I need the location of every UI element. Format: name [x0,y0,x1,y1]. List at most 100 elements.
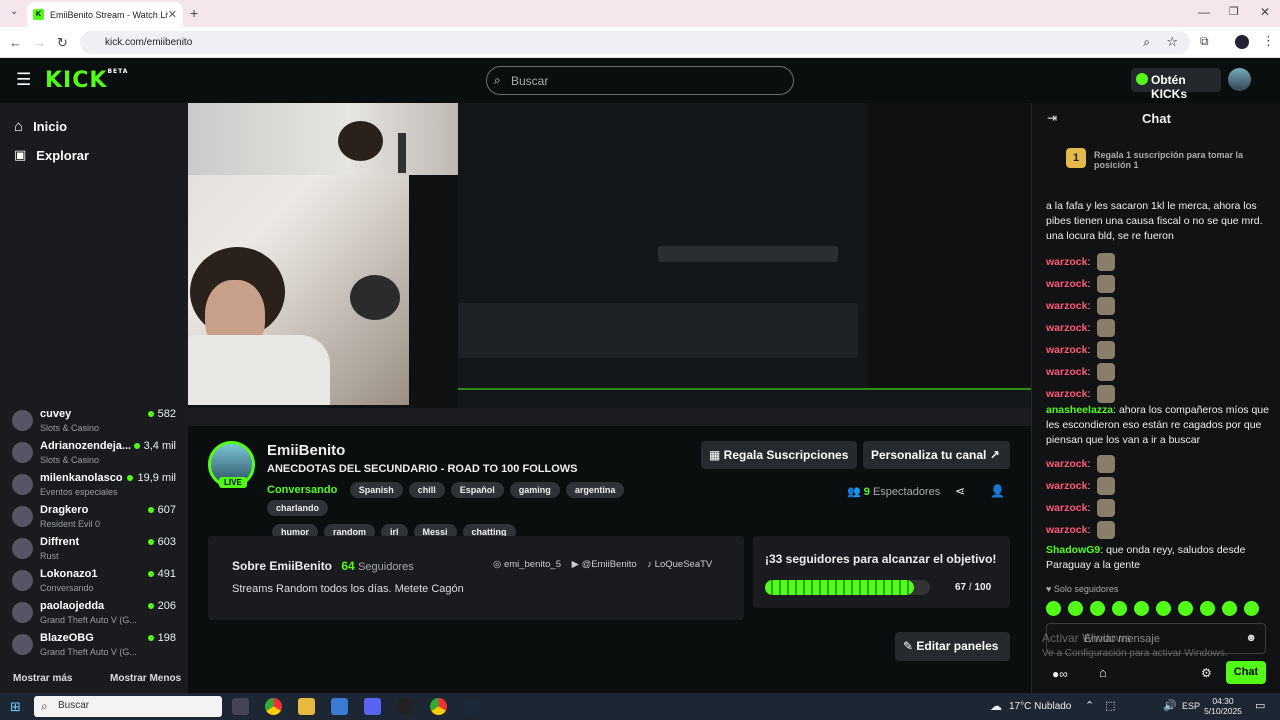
sidebar-channel[interactable]: Lokonazo1 Conversando 491 [12,568,182,600]
sidebar-channel[interactable]: BlazeOBG Grand Theft Auto V (G... 198 [12,632,182,664]
emote-bar[interactable] [1046,601,1266,621]
chat-username[interactable]: warzock [1046,502,1087,514]
emote-icon[interactable] [1068,601,1083,616]
tag-pill[interactable]: charlando [267,500,329,516]
social-instagram[interactable]: emi_benito_5 [504,559,561,570]
discord-icon[interactable] [364,698,381,715]
browser-tab[interactable]: K EmiiBenito Stream - Watch Live ✕ [27,2,183,27]
profile-icon[interactable] [1235,35,1249,49]
tab-close-icon[interactable]: ✕ [168,8,177,21]
channel-category: Grand Theft Auto V (G... [40,647,137,657]
steam-icon[interactable] [462,698,479,715]
bookmark-star-icon[interactable]: ☆ [1166,34,1178,50]
emote-icon[interactable] [1200,601,1215,616]
kick-logo[interactable]: KICKBETA [45,68,128,93]
chat-username[interactable]: warzock [1046,300,1087,312]
language-indicator[interactable]: ESP [1182,701,1200,711]
get-kicks-button[interactable]: Obtén KICKs [1131,68,1221,101]
social-tiktok[interactable]: LoQueSeaTV [655,559,713,570]
follow-user-icon[interactable]: 👤 [990,484,1005,498]
browser-menu-icon[interactable]: ⋮ [1262,33,1275,49]
chat-username[interactable]: anasheelazza [1046,404,1113,416]
volume-icon[interactable]: 🔊 [1163,699,1177,712]
restore-icon[interactable]: ❐ [1229,5,1239,18]
obs-icon[interactable] [397,698,414,715]
task-view-icon[interactable] [232,698,249,715]
chat-username[interactable]: warzock [1046,256,1087,268]
start-icon[interactable]: ⊞ [10,699,21,715]
stream-category[interactable]: Conversando [267,484,337,496]
gift-subscriptions-button[interactable]: ▦ Regala Suscripciones [701,441,857,469]
emote-icon[interactable] [1134,601,1149,616]
emoji-icon[interactable]: ☻ [1245,632,1257,644]
store-app-icon[interactable] [331,698,348,715]
url-field[interactable]: kick.com/emiibenito ⌕ ☆ [80,31,1190,54]
forward-icon[interactable]: → [33,35,46,50]
chat-username[interactable]: warzock [1046,366,1087,378]
chat-username[interactable]: warzock [1046,278,1087,290]
channel-name: Lokonazo1 [40,568,98,580]
sidebar-channel[interactable]: cuvey Slots & Casino 582 [12,408,182,440]
reload-icon[interactable]: ↻ [57,35,68,51]
show-more-link[interactable]: Mostrar más [13,673,72,684]
tag-pill[interactable]: Español [450,482,504,498]
channel-avatar [12,506,33,527]
tag-pill[interactable]: Spanish [349,482,403,498]
kicks-icon[interactable]: ●∞ [1052,667,1068,681]
chat-username[interactable]: warzock [1046,388,1087,400]
video-player[interactable] [188,103,1031,426]
emote-icon[interactable] [1156,601,1171,616]
taskbar-search[interactable]: ⌕ Buscar [34,696,222,717]
sidebar-item-explore[interactable]: ▣ Explorar [14,147,89,163]
chrome-icon[interactable] [265,698,282,715]
tag-pill[interactable]: chill [408,482,445,498]
emote-icon[interactable] [1090,601,1105,616]
search-input[interactable]: ⌕ Buscar [486,66,794,95]
emote-icon[interactable] [1222,601,1237,616]
chat-username[interactable]: warzock [1046,322,1087,334]
extensions-icon[interactable]: ⧉ [1200,34,1209,49]
close-window-icon[interactable]: ✕ [1260,5,1270,19]
chat-message: warzock: [1046,319,1272,337]
store-icon[interactable]: ⌂ [1099,665,1107,680]
emote-icon[interactable] [1112,601,1127,616]
emote-icon[interactable] [1178,601,1193,616]
emote-icon[interactable] [1244,601,1259,616]
zoom-icon[interactable]: ⌕ [1143,35,1150,50]
weather-text[interactable]: 17°C Nublado [1009,701,1071,712]
tray-chevron-icon[interactable]: ⌃ [1085,699,1094,712]
sidebar-channel[interactable]: Adrianozendeja... Slots & Casino 3,4 mil [12,440,182,472]
emote-icon[interactable] [1046,601,1061,616]
share-icon[interactable]: ⋖ [955,484,965,498]
channel-name[interactable]: EmiiBenito [267,442,345,459]
new-tab-icon[interactable]: + [190,5,198,21]
sidebar-channel[interactable]: paolaojedda Grand Theft Auto V (G... 206 [12,600,182,632]
minimize-icon[interactable]: — [1198,5,1210,19]
social-youtube[interactable]: @EmiiBenito [582,559,637,570]
edit-panels-button[interactable]: ✎ Editar paneles [895,632,1010,661]
send-chat-button[interactable]: Chat [1226,661,1266,684]
hamburger-menu-icon[interactable]: ☰ [16,70,31,90]
chat-username[interactable]: warzock [1046,524,1087,536]
chat-username[interactable]: warzock [1046,344,1087,356]
sidebar-channel[interactable]: Dragkero Resident Evil 0 607 [12,504,182,536]
network-icon[interactable]: ⬚ [1105,699,1115,712]
sidebar-channel[interactable]: Diffrent Rust 603 [12,536,182,568]
sidebar-channel[interactable]: milenkanolasco Eventos especiales 19,9 mil [12,472,182,504]
chat-username[interactable]: warzock [1046,458,1087,470]
customize-channel-button[interactable]: Personaliza tu canal ↗ [863,441,1010,469]
notifications-icon[interactable]: ▭ [1255,699,1265,712]
back-icon[interactable]: ← [9,35,22,50]
tag-pill[interactable]: argentina [565,482,625,498]
tag-pill[interactable]: gaming [509,482,560,498]
show-less-link[interactable]: Mostrar Menos [110,673,181,684]
file-explorer-icon[interactable] [298,698,315,715]
chat-username[interactable]: warzock [1046,480,1087,492]
chrome-profile-icon[interactable] [430,698,447,715]
chat-username[interactable]: ShadowG9 [1046,544,1100,556]
clock[interactable]: 04:30 5/10/2025 [1203,696,1243,716]
chat-settings-icon[interactable]: ⚙ [1201,666,1212,680]
tab-list-icon[interactable]: ⌄ [10,6,18,17]
user-avatar[interactable] [1228,68,1251,91]
sidebar-item-home[interactable]: ⌂ Inicio [14,118,67,135]
